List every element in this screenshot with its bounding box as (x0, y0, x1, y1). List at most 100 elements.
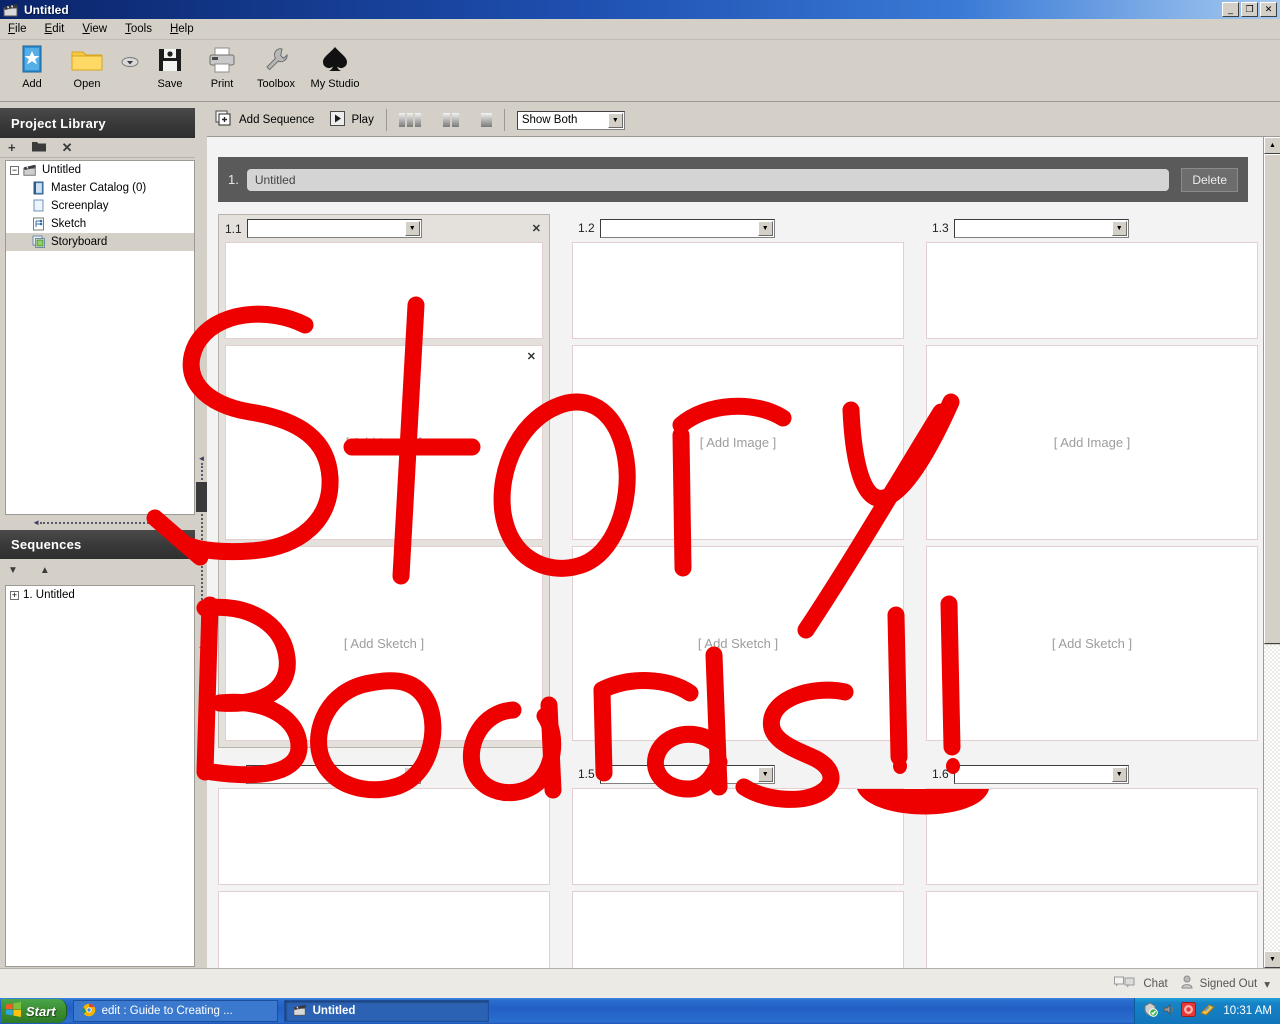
sequence-name-input[interactable]: Untitled (246, 168, 1170, 191)
cell-blank-pane[interactable] (572, 788, 904, 885)
storyboard-cell-1-1[interactable]: 1.1 ▼ ✕ ✕ [ Add Image ] ✕ [Add Sketch] (218, 214, 550, 748)
move-up-icon[interactable]: ▲ (40, 565, 50, 576)
add-item-icon[interactable]: + (8, 141, 16, 154)
add-image-pane[interactable]: ✕ [ Add Image ] (225, 345, 543, 540)
chevron-down-icon[interactable]: ▼ (1111, 766, 1127, 782)
chevron-down-icon[interactable]: ▼ (1111, 220, 1127, 236)
add-sequence-button[interactable]: Add Sequence (215, 110, 314, 130)
cell-shot-select[interactable]: ▼ (953, 218, 1129, 238)
splitter-down-icon[interactable]: ◄ (198, 643, 206, 652)
add-image-pane[interactable] (218, 891, 550, 968)
cell-blank-pane[interactable] (225, 242, 543, 339)
maximize-button[interactable]: ❐ (1241, 2, 1258, 17)
three-column-view-icon[interactable] (398, 113, 421, 127)
taskbar-item-untitled[interactable]: Untitled (283, 1000, 489, 1022)
move-down-icon[interactable]: ▼ (8, 565, 18, 576)
menu-edit[interactable]: Edit (45, 23, 65, 35)
cell-blank-pane[interactable] (926, 788, 1258, 885)
delete-sequence-button[interactable]: Delete (1181, 167, 1238, 192)
chat-bubbles-icon[interactable] (1114, 976, 1136, 991)
cell-blank-pane[interactable] (572, 242, 904, 339)
remove-image-icon[interactable]: ✕ (527, 350, 536, 363)
scroll-up-icon[interactable]: ▲ (1264, 137, 1280, 154)
add-button[interactable]: Add (6, 43, 58, 90)
project-tree[interactable]: − Untitled Master Catalog (0) Screenplay… (5, 160, 195, 515)
print-button[interactable]: Print (196, 43, 248, 90)
storyboard-cell-1-5[interactable]: 1.5 ▼ (572, 760, 904, 968)
expand-icon[interactable]: + (10, 590, 19, 600)
minimize-button[interactable]: _ (1222, 2, 1239, 17)
storyboard-cell-1-2[interactable]: 1.2 ▼ [ Add Image ] [ Add Sketch ] (572, 214, 904, 748)
two-column-view-icon[interactable] (442, 113, 459, 127)
splitter-thumb[interactable] (196, 482, 207, 512)
security-shield-icon[interactable] (1143, 1002, 1159, 1020)
new-folder-icon[interactable] (31, 141, 46, 154)
start-button[interactable]: Start (1, 999, 67, 1023)
remove-item-icon[interactable]: ✕ (62, 141, 73, 154)
tree-item-screenplay[interactable]: Screenplay (6, 197, 194, 215)
tree-item-untitled[interactable]: − Untitled (6, 161, 194, 179)
signed-out-label[interactable]: Signed Out (1200, 978, 1258, 990)
menu-view[interactable]: View (82, 23, 107, 35)
cell-shot-select[interactable]: ▼ (599, 218, 775, 238)
splitter-left-icon[interactable]: ◄ (32, 518, 40, 527)
scroll-down-icon[interactable]: ▼ (1264, 951, 1280, 968)
network-icon[interactable] (1200, 1002, 1216, 1020)
menu-help[interactable]: Help (170, 23, 194, 35)
storyboard-cell-1-3[interactable]: 1.3 ▼ [ Add Image ] [ Add Sketch ] (926, 214, 1258, 748)
cell-blank-pane[interactable] (926, 242, 1258, 339)
panel-splitter[interactable]: ◄ ► (5, 517, 195, 528)
volume-icon[interactable] (1162, 1002, 1177, 1020)
cell-close-icon[interactable]: ✕ (532, 222, 541, 235)
workspace-splitter[interactable]: ◄ ◄ (196, 138, 207, 968)
add-sketch-pane[interactable]: [ Add Sketch ] (926, 546, 1258, 741)
tree-item-master-catalog[interactable]: Master Catalog (0) (6, 179, 194, 197)
cell-shot-select[interactable]: ▼ (953, 764, 1129, 784)
splitter-up-icon[interactable]: ◄ (198, 454, 206, 463)
chevron-down-icon[interactable]: ▼ (403, 766, 419, 782)
add-image-pane[interactable] (572, 891, 904, 968)
chevron-down-icon[interactable]: ▼ (404, 221, 420, 236)
storyboard-cell-1-6[interactable]: 1.6 ▼ (926, 760, 1258, 968)
one-column-view-icon[interactable] (480, 113, 492, 127)
add-image-pane[interactable]: [ Add Image ] (572, 345, 904, 540)
storyboard-workspace[interactable]: 1. Untitled Delete 1.1 ▼ ✕ ✕ [Add Image… (207, 137, 1263, 968)
cell-shot-select[interactable]: ▼ (245, 764, 421, 784)
tree-item-sketch[interactable]: Sketch (6, 215, 194, 233)
menu-tools[interactable]: Tools (125, 23, 152, 35)
add-image-pane[interactable] (926, 891, 1258, 968)
toolbox-button[interactable]: Toolbox (248, 43, 304, 90)
chevron-down-icon[interactable]: ▼ (757, 220, 773, 236)
close-button[interactable]: ✕ (1260, 2, 1277, 17)
menu-file[interactable]: File (8, 23, 27, 35)
chevron-down-icon[interactable]: ▼ (607, 112, 623, 128)
cell-shot-select[interactable]: ▼ (246, 219, 422, 238)
tree-item-storyboard[interactable]: Storyboard (6, 233, 194, 251)
add-sketch-pane[interactable]: [ Add Sketch ] (572, 546, 904, 741)
chat-label[interactable]: Chat (1143, 978, 1167, 990)
add-sketch-pane[interactable]: ✕ [ Add Sketch ] (225, 546, 543, 741)
remove-sketch-icon[interactable]: ✕ (527, 551, 536, 564)
scrollbar-thumb[interactable] (1264, 154, 1280, 644)
cell-blank-pane[interactable] (218, 788, 550, 885)
save-button[interactable]: Save (144, 43, 196, 90)
clock[interactable]: 10:31 AM (1223, 1005, 1272, 1017)
play-button[interactable]: Play (330, 111, 374, 129)
chevron-down-icon[interactable]: ▼ (757, 766, 773, 782)
scrollbar-trough[interactable] (1264, 645, 1280, 951)
taskbar-item-browser[interactable]: edit : Guide to Creating ... (72, 1000, 278, 1022)
sequences-list[interactable]: + 1. Untitled (5, 585, 195, 967)
antivirus-icon[interactable] (1181, 1002, 1197, 1020)
list-item[interactable]: + 1. Untitled (6, 586, 194, 604)
cell-shot-select[interactable]: ▼ (599, 764, 775, 784)
workspace-scrollbar[interactable]: ▲ ▼ (1263, 137, 1280, 968)
splitter-right-icon[interactable]: ► (160, 518, 168, 527)
open-button[interactable]: Open (58, 43, 116, 90)
storyboard-cell-1-4[interactable]: 1.4 ▼ (218, 760, 550, 968)
collapse-icon[interactable]: − (10, 165, 19, 175)
add-image-pane[interactable]: [ Add Image ] (926, 345, 1258, 540)
my-studio-button[interactable]: My Studio (304, 43, 366, 90)
chevron-down-icon[interactable]: ▾ (1264, 977, 1270, 991)
open-dropdown-icon[interactable] (116, 45, 144, 79)
show-mode-select[interactable]: Show Both ▼ (516, 110, 625, 130)
